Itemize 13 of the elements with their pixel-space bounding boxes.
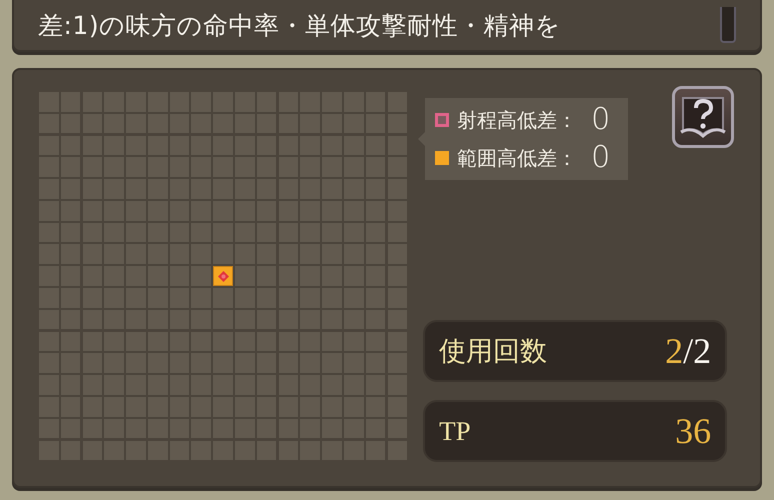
stat-label: TP [439, 416, 471, 446]
legend-label: 範囲高低差： [457, 144, 578, 172]
legend-value: 0 [591, 140, 610, 176]
stat-value: 36 [675, 410, 712, 452]
diamond-icon [218, 270, 229, 282]
legend-value: 0 [591, 102, 610, 138]
skill-description: 差:1)の味方の命中率・単体攻撃耐性・精神を [38, 10, 562, 42]
help-book-icon [679, 94, 727, 140]
legend-label: 射程高低差： [457, 106, 578, 134]
scrollbar-thumb[interactable] [720, 7, 736, 43]
stat-value: 2/2 [665, 330, 712, 372]
help-button[interactable] [672, 86, 734, 148]
stat-label: 使用回数 [439, 335, 548, 368]
